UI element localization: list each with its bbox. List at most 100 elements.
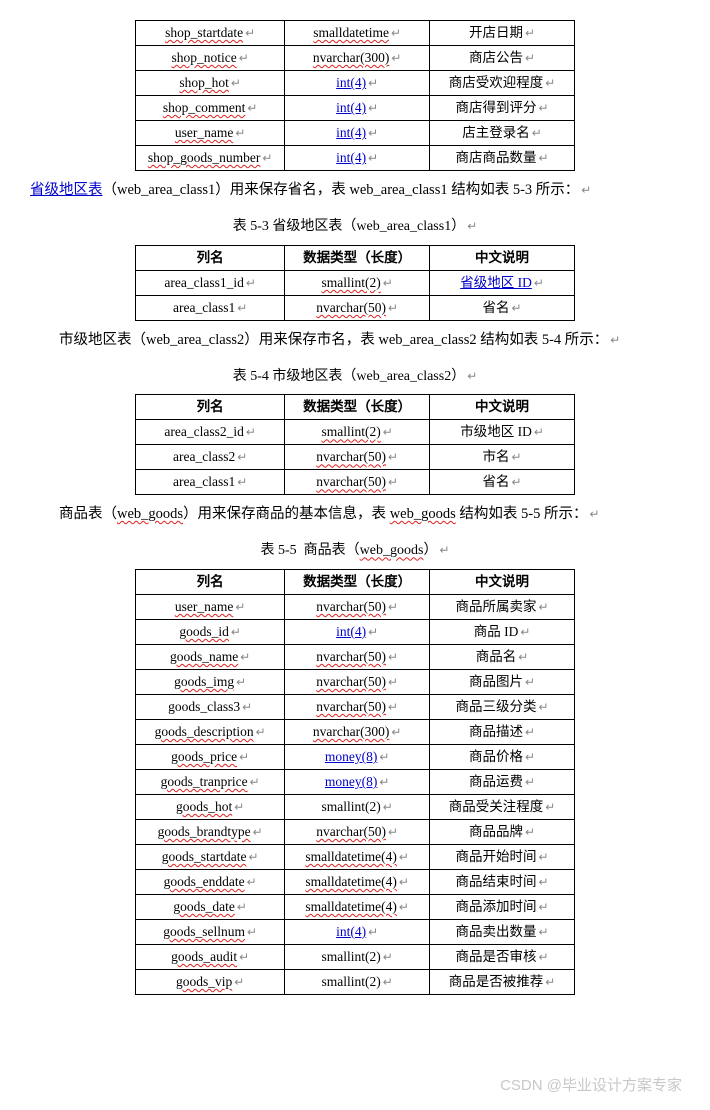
table-header-row: 列名 数据类型（长度） 中文说明	[136, 245, 575, 270]
cell-col-desc: 市级地区 ID↵	[430, 420, 575, 445]
cell-col-desc: 商品三级分类↵	[430, 694, 575, 719]
cell-col-name: goods_class3↵	[136, 694, 285, 719]
cell-col-name: shop_comment↵	[136, 96, 285, 121]
cell-col-desc: 商品名↵	[430, 644, 575, 669]
cell-col-name: area_class1_id↵	[136, 270, 285, 295]
cell-col-name: user_name↵	[136, 121, 285, 146]
col-type: 数据类型（长度）	[285, 569, 430, 594]
cell-col-type: int(4)↵	[285, 96, 430, 121]
cell-col-type: int(4)↵	[285, 619, 430, 644]
cell-col-name: goods_enddate↵	[136, 869, 285, 894]
cell-col-type: nvarchar(50)↵	[285, 295, 430, 320]
cell-col-type: nvarchar(50)↵	[285, 669, 430, 694]
table-row: goods_tranprice↵money(8)↵商品运费↵	[136, 769, 575, 794]
table-row: user_name↵nvarchar(50)↵商品所属卖家↵	[136, 594, 575, 619]
cell-col-desc: 商品开始时间↵	[430, 844, 575, 869]
cell-col-name: goods_startdate↵	[136, 844, 285, 869]
cell-col-name: area_class1↵	[136, 470, 285, 495]
cell-col-type: smallint(2)↵	[285, 420, 430, 445]
cell-col-name: goods_price↵	[136, 744, 285, 769]
cell-col-desc: 商品受关注程度↵	[430, 794, 575, 819]
cell-col-type: smallint(2)↵	[285, 270, 430, 295]
table-5-3-body: area_class1_id↵smallint(2)↵省级地区 ID↵area_…	[136, 270, 575, 320]
col-name: 列名	[136, 245, 285, 270]
cell-col-name: user_name↵	[136, 594, 285, 619]
table-row: goods_enddate↵smalldatetime(4)↵商品结束时间↵	[136, 869, 575, 894]
cell-col-desc: 店主登录名↵	[430, 121, 575, 146]
table-row: user_name↵int(4)↵店主登录名↵	[136, 121, 575, 146]
cell-col-type: nvarchar(50)↵	[285, 819, 430, 844]
para-5-4: 市级地区表（web_area_class2）用来保存市名，表 web_area_…	[30, 329, 680, 352]
table-row: shop_startdate↵smalldatetime↵开店日期↵	[136, 21, 575, 46]
cell-col-name: shop_hot↵	[136, 71, 285, 96]
cell-col-desc: 省名↵	[430, 295, 575, 320]
cell-col-desc: 商店商品数量↵	[430, 146, 575, 171]
cell-col-name: goods_id↵	[136, 619, 285, 644]
cell-col-name: goods_name↵	[136, 644, 285, 669]
table-row: goods_hot↵smallint(2)↵商品受关注程度↵	[136, 794, 575, 819]
cell-col-type: int(4)↵	[285, 919, 430, 944]
cell-col-desc: 市名↵	[430, 445, 575, 470]
caption-5-4: 表 5-4 市级地区表（web_area_class2）↵	[30, 366, 680, 388]
col-desc: 中文说明	[430, 395, 575, 420]
table-shop-body: shop_startdate↵smalldatetime↵开店日期↵shop_n…	[136, 21, 575, 171]
cell-col-name: shop_notice↵	[136, 46, 285, 71]
cell-col-type: nvarchar(300)↵	[285, 46, 430, 71]
table-row: goods_audit↵smallint(2)↵商品是否审核↵	[136, 944, 575, 969]
cell-col-desc: 省级地区 ID↵	[430, 270, 575, 295]
table-row: area_class1↵nvarchar(50)↵省名↵	[136, 295, 575, 320]
cell-col-type: smallint(2)↵	[285, 944, 430, 969]
table-row: area_class2_id↵smallint(2)↵市级地区 ID↵	[136, 420, 575, 445]
cell-col-desc: 商品价格↵	[430, 744, 575, 769]
cell-col-type: smalldatetime↵	[285, 21, 430, 46]
cell-col-type: int(4)↵	[285, 121, 430, 146]
col-type: 数据类型（长度）	[285, 395, 430, 420]
cell-col-desc: 省名↵	[430, 470, 575, 495]
cell-col-type: int(4)↵	[285, 146, 430, 171]
table-row: shop_goods_number↵int(4)↵商店商品数量↵	[136, 146, 575, 171]
cell-col-desc: 商品所属卖家↵	[430, 594, 575, 619]
col-type: 数据类型（长度）	[285, 245, 430, 270]
cell-col-type: nvarchar(300)↵	[285, 719, 430, 744]
watermark: CSDN @毕业设计方案专家	[500, 1074, 682, 1098]
cell-col-name: goods_img↵	[136, 669, 285, 694]
table-row: goods_class3↵nvarchar(50)↵商品三级分类↵	[136, 694, 575, 719]
table-row: shop_hot↵int(4)↵商店受欢迎程度↵	[136, 71, 575, 96]
para-5-3: 省级地区表（web_area_class1）用来保存省名，表 web_area_…	[30, 179, 680, 202]
cell-col-desc: 商品卖出数量↵	[430, 919, 575, 944]
table-row: goods_name↵nvarchar(50)↵商品名↵	[136, 644, 575, 669]
cell-col-name: area_class2_id↵	[136, 420, 285, 445]
cell-col-name: shop_startdate↵	[136, 21, 285, 46]
cell-col-type: smalldatetime(4)↵	[285, 844, 430, 869]
col-desc: 中文说明	[430, 569, 575, 594]
cell-col-desc: 商店得到评分↵	[430, 96, 575, 121]
cell-col-desc: 商品运费↵	[430, 769, 575, 794]
cell-col-name: goods_date↵	[136, 894, 285, 919]
cell-col-name: goods_brandtype↵	[136, 819, 285, 844]
cell-col-name: goods_audit↵	[136, 944, 285, 969]
table-5-3: 列名 数据类型（长度） 中文说明 area_class1_id↵smallint…	[135, 245, 575, 321]
cell-col-desc: 商品结束时间↵	[430, 869, 575, 894]
cell-col-type: int(4)↵	[285, 71, 430, 96]
table-header-row: 列名 数据类型（长度） 中文说明	[136, 395, 575, 420]
cell-col-type: smallint(2)↵	[285, 794, 430, 819]
table-5-5-body: user_name↵nvarchar(50)↵商品所属卖家↵goods_id↵i…	[136, 594, 575, 994]
col-name: 列名	[136, 395, 285, 420]
cell-col-name: goods_description↵	[136, 719, 285, 744]
col-name: 列名	[136, 569, 285, 594]
table-header-row: 列名 数据类型（长度） 中文说明	[136, 569, 575, 594]
table-5-5: 列名 数据类型（长度） 中文说明 user_name↵nvarchar(50)↵…	[135, 569, 575, 995]
table-row: area_class1↵nvarchar(50)↵省名↵	[136, 470, 575, 495]
cell-col-desc: 商品是否审核↵	[430, 944, 575, 969]
table-5-4-body: area_class2_id↵smallint(2)↵市级地区 ID↵area_…	[136, 420, 575, 495]
caption-5-5: 表 5-5 商品表（web_goods）↵	[30, 540, 680, 562]
cell-col-type: smalldatetime(4)↵	[285, 894, 430, 919]
cell-col-desc: 商品描述↵	[430, 719, 575, 744]
table-5-4: 列名 数据类型（长度） 中文说明 area_class2_id↵smallint…	[135, 394, 575, 495]
cell-col-type: nvarchar(50)↵	[285, 694, 430, 719]
cell-col-desc: 商品图片↵	[430, 669, 575, 694]
cell-col-desc: 开店日期↵	[430, 21, 575, 46]
table-row: goods_img↵nvarchar(50)↵商品图片↵	[136, 669, 575, 694]
cell-col-type: nvarchar(50)↵	[285, 470, 430, 495]
table-row: goods_price↵money(8)↵商品价格↵	[136, 744, 575, 769]
